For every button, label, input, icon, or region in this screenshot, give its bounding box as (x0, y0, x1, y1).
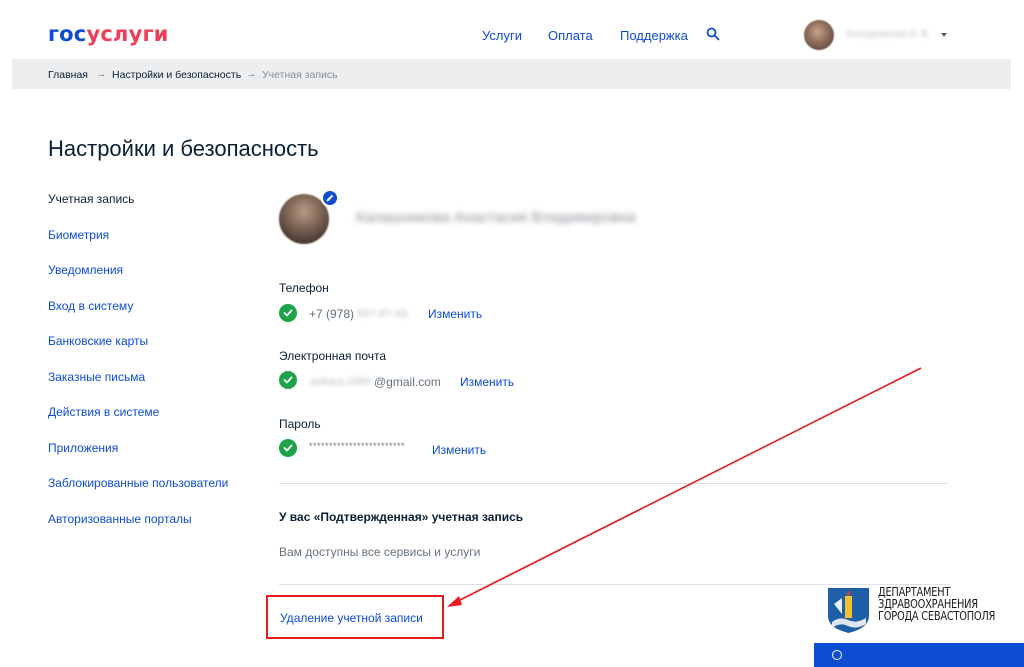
pencil-icon (326, 194, 334, 202)
breadcrumb: Главная → Настройки и безопасность → Уче… (12, 59, 1011, 89)
divider (279, 483, 948, 484)
circle-icon (832, 650, 842, 660)
profile-full-name: Калашникова Анастасия Владимировна (356, 209, 636, 226)
user-name[interactable]: Колодникова А. В. (846, 29, 931, 40)
user-avatar[interactable] (804, 20, 834, 50)
sidebar-item-account[interactable]: Учетная запись (48, 192, 134, 206)
nav-services[interactable]: Услуги (482, 28, 522, 43)
breadcrumb-arrow-icon: → (96, 69, 106, 80)
edit-avatar-button[interactable] (321, 189, 339, 207)
sidebar-item-blocked-users[interactable]: Заблокированные пользователи (48, 476, 228, 490)
sidebar-item-notifications[interactable]: Уведомления (48, 263, 123, 277)
password-mask: ************************ (309, 441, 406, 451)
page-title: Настройки и безопасность (48, 136, 319, 161)
sidebar-item-registered-mail[interactable]: Заказные письма (48, 370, 145, 384)
nav-support[interactable]: Поддержка (620, 28, 688, 43)
logo-part-uslugi: услуги (86, 22, 169, 46)
department-crest-icon (828, 588, 869, 633)
chevron-down-icon[interactable] (941, 33, 947, 37)
account-status-title: У вас «Подтвержденная» учетная запись (279, 510, 524, 524)
sidebar-item-biometry[interactable]: Биометрия (48, 228, 109, 242)
bottom-bar[interactable] (814, 643, 1024, 667)
phone-hidden-digits: 557-87-43 (357, 308, 408, 320)
account-status-text: Вам доступны все сервисы и услуги (279, 545, 481, 559)
password-label: Пароль (279, 417, 321, 431)
change-phone-link[interactable]: Изменить (428, 307, 482, 321)
gosuslugi-logo[interactable]: госуслуги (48, 22, 169, 46)
nav-payment[interactable]: Оплата (548, 28, 593, 43)
breadcrumb-current: Учетная запись (262, 69, 338, 81)
change-email-link[interactable]: Изменить (460, 375, 514, 389)
sidebar-item-apps[interactable]: Приложения (48, 441, 118, 455)
delete-account-link[interactable]: Удаление учетной записи (280, 611, 423, 625)
department-name: ДЕПАРТАМЕНТ ЗДРАВООХРАНЕНИЯ ГОРОДА СЕВАС… (878, 585, 996, 623)
sidebar-item-authorized-portals[interactable]: Авторизованные порталы (48, 512, 192, 526)
sidebar-item-actions[interactable]: Действия в системе (48, 405, 159, 419)
email-hidden-part: ankara.1990 (310, 376, 372, 388)
email-domain: @gmail.com (374, 375, 441, 389)
check-icon (279, 371, 297, 389)
annotation-arrow (447, 367, 922, 607)
change-password-link[interactable]: Изменить (432, 443, 486, 457)
sidebar-item-login[interactable]: Вход в систему (48, 299, 133, 313)
logo-part-gos: гос (48, 22, 87, 46)
phone-label: Телефон (279, 281, 329, 295)
sidebar-item-bank-cards[interactable]: Банковские карты (48, 334, 148, 348)
email-label: Электронная почта (279, 349, 387, 363)
breadcrumb-home[interactable]: Главная (48, 69, 88, 81)
page: госуслуги Услуги Оплата Поддержка Колодн… (0, 0, 1024, 667)
breadcrumb-arrow-icon: → (246, 69, 256, 80)
phone-prefix: +7 (978) (309, 307, 355, 321)
check-icon (279, 439, 297, 457)
divider (279, 584, 948, 585)
breadcrumb-settings[interactable]: Настройки и безопасность (112, 69, 241, 81)
check-icon (279, 304, 297, 322)
search-icon[interactable] (706, 27, 720, 41)
